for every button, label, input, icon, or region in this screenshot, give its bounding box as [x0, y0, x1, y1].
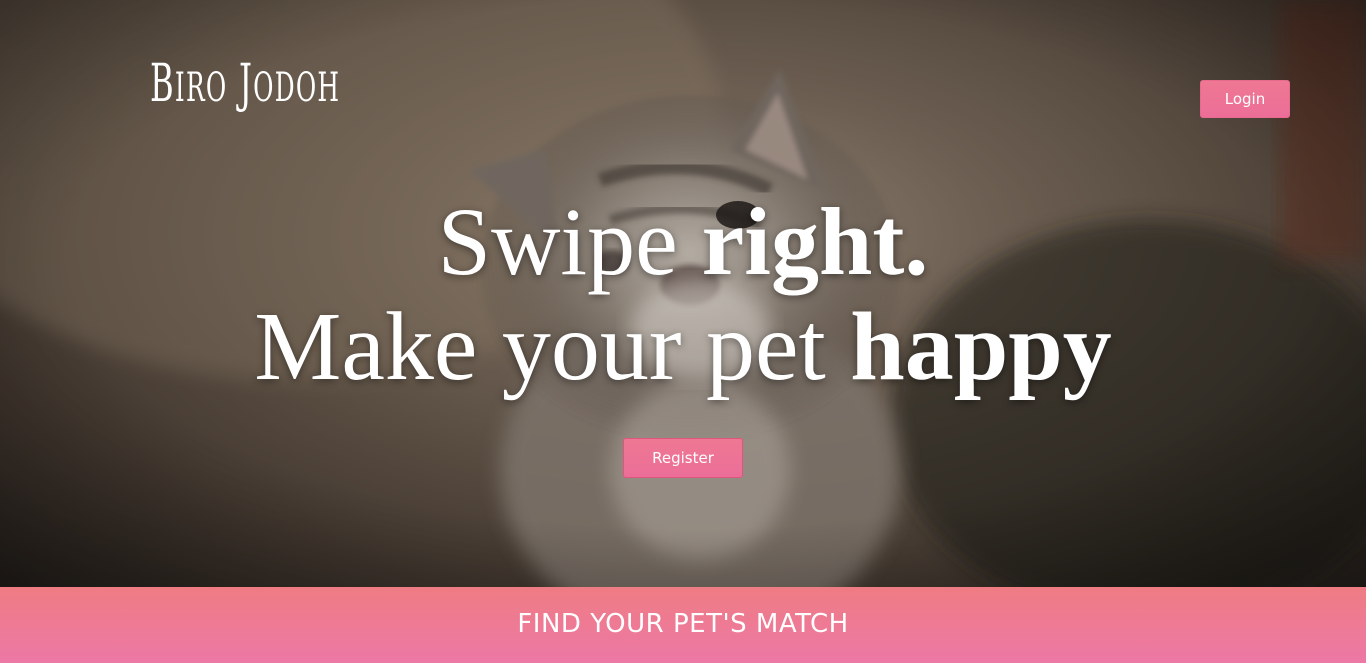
brand-rest-odoh: odoh	[253, 65, 341, 111]
brand-logo[interactable]: Biro Jodoh	[150, 58, 340, 110]
headline-line-2-regular: Make your pet	[254, 293, 851, 401]
headline-line-1: Swipe right.	[0, 194, 1366, 290]
find-match-label: FIND YOUR PET'S MATCH	[517, 609, 849, 639]
login-button[interactable]: Login	[1200, 80, 1290, 118]
headline-line-1-bold: right.	[701, 188, 929, 295]
headline-line-1-regular: Swipe	[437, 188, 702, 295]
brand-initial-b: B	[150, 54, 175, 114]
brand-rest-iro: iro	[174, 65, 228, 111]
brand-initial-j: J	[238, 54, 254, 114]
headline-line-2: Make your pet happy	[0, 298, 1366, 396]
hero-section: Biro Jodoh Login Swipe right. Make your …	[0, 0, 1366, 587]
headline-line-2-bold: happy	[850, 293, 1112, 401]
find-match-bar[interactable]: FIND YOUR PET'S MATCH	[0, 587, 1366, 663]
register-button[interactable]: Register	[623, 438, 743, 478]
